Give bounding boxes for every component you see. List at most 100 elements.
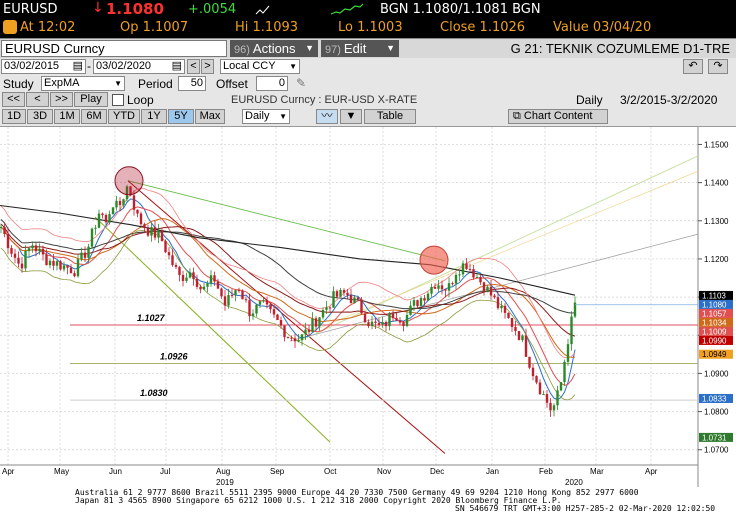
candle-body xyxy=(367,322,370,327)
candle-body xyxy=(538,382,542,395)
candle-body xyxy=(188,272,192,278)
candle-body xyxy=(447,283,451,291)
candle-body xyxy=(482,282,486,293)
candle-body xyxy=(24,251,27,269)
x-tick-label: Aug xyxy=(216,467,230,476)
ma-fast xyxy=(0,198,576,401)
actions-menu-label: Actions xyxy=(252,41,296,56)
candle-body xyxy=(199,286,202,290)
candle-body xyxy=(507,312,510,318)
study-value: ExpMA xyxy=(44,77,80,89)
candle-body xyxy=(213,275,216,282)
candle-body xyxy=(27,248,31,252)
candle-body xyxy=(444,289,447,291)
end-date-value: 03/02/2020 xyxy=(96,60,152,72)
candle-body xyxy=(342,290,346,293)
frequency-label: Daily xyxy=(576,93,603,107)
table-button[interactable]: Table xyxy=(364,109,416,124)
period-button-1y[interactable]: 1Y xyxy=(141,109,167,124)
candle-body xyxy=(398,320,402,323)
period-button-ytd[interactable]: YTD xyxy=(108,109,140,124)
candle-body xyxy=(248,300,251,317)
prev-range-button[interactable]: < xyxy=(187,59,200,74)
period-label: Period xyxy=(138,77,173,91)
pencil-icon[interactable]: ✎ xyxy=(296,76,306,90)
candle-body xyxy=(160,230,164,242)
offset-input[interactable]: 0 xyxy=(256,76,288,91)
candle-body xyxy=(143,224,146,229)
price-chart[interactable]: 1.1027 1.0926 1.0830 1.1500 1.1400 1.1300 1.1… xyxy=(0,127,736,487)
candle-body xyxy=(472,269,475,278)
step-back-button[interactable]: < xyxy=(26,92,49,107)
frequency-select[interactable]: Daily ▼ xyxy=(242,109,290,124)
undo-icon[interactable]: ↶ xyxy=(683,59,703,74)
candle-body xyxy=(524,335,528,357)
edit-menu-button[interactable]: 97) Edit ▼ xyxy=(321,40,399,57)
period-button-6m[interactable]: 6M xyxy=(81,109,107,124)
intraday-sparkline xyxy=(330,3,364,15)
play-button[interactable]: Play xyxy=(74,92,108,107)
period-button-1m[interactable]: 1M xyxy=(54,109,80,124)
next-range-button[interactable]: > xyxy=(201,59,214,74)
study-select[interactable]: ExpMA ▼ xyxy=(41,76,125,91)
candle-body xyxy=(276,314,279,321)
calendar-icon[interactable]: ▤ xyxy=(172,60,182,73)
candle-body xyxy=(115,200,118,208)
start-date-field[interactable]: 03/02/2015 ▤ xyxy=(1,59,86,74)
candle-body xyxy=(101,213,104,216)
sparkline-icon xyxy=(255,5,270,15)
candle-body xyxy=(559,382,563,391)
candle-body xyxy=(521,335,524,341)
candle-body xyxy=(426,293,430,301)
candle-body xyxy=(279,320,283,326)
y-tick-label: 1.1300 xyxy=(704,217,729,226)
candle-body xyxy=(178,266,181,276)
candle-body xyxy=(570,316,573,345)
candle-body xyxy=(531,367,535,377)
trend-line-red xyxy=(127,180,446,454)
x-tick-label: Jun xyxy=(109,467,122,476)
candle-body xyxy=(0,227,3,229)
period-button-3d[interactable]: 3D xyxy=(27,109,53,124)
redo-icon[interactable]: ↷ xyxy=(708,59,728,74)
candle-body xyxy=(185,277,188,281)
candle-body xyxy=(192,272,195,280)
candle-body xyxy=(6,234,10,249)
last-price: 1.1080 xyxy=(106,0,164,18)
candle-body xyxy=(174,265,178,267)
chart-content-button[interactable]: ⧉ Chart Content xyxy=(508,109,608,124)
security-field[interactable]: EURUSD Curncy xyxy=(1,40,227,57)
candle-body xyxy=(13,253,17,258)
gauge-icon[interactable] xyxy=(3,20,17,34)
line-style-icon[interactable]: 〰 xyxy=(316,109,338,124)
candle-body xyxy=(563,361,566,383)
candle-body xyxy=(500,305,503,309)
period-input[interactable]: 50 xyxy=(178,76,206,91)
trend-line-light-green xyxy=(299,155,699,342)
calendar-icon[interactable]: ▤ xyxy=(73,60,83,73)
chart-grid xyxy=(0,127,699,487)
period-button-5y[interactable]: 5Y xyxy=(168,109,194,124)
chevron-down-icon: ▼ xyxy=(279,112,287,121)
fast-forward-button[interactable]: >> xyxy=(50,92,73,107)
rewind-button[interactable]: << xyxy=(2,92,25,107)
candle-body xyxy=(3,227,6,235)
currency-select[interactable]: Local CCY ▼ xyxy=(220,59,300,74)
loop-checkbox[interactable] xyxy=(112,94,124,106)
quote-time: At 12:02 xyxy=(20,20,76,35)
down-arrow-icon: ↓ xyxy=(92,0,104,16)
end-date-field[interactable]: 03/02/2020 ▤ xyxy=(93,59,185,74)
actions-menu-button[interactable]: 96) Actions ▼ xyxy=(230,40,318,57)
candle-body xyxy=(304,329,307,335)
candle-body xyxy=(38,248,41,252)
period-button-max[interactable]: Max xyxy=(195,109,225,124)
price-tag-label: 1.0731 xyxy=(702,433,727,442)
chart-type-dropdown[interactable]: ▼ xyxy=(340,109,362,124)
candle-body xyxy=(55,261,59,266)
candle-body xyxy=(45,254,48,266)
candle-body xyxy=(227,295,230,306)
candle-body xyxy=(73,273,76,277)
period-button-1d[interactable]: 1D xyxy=(2,109,26,124)
candle-body xyxy=(433,286,437,289)
candle-body xyxy=(209,275,213,284)
